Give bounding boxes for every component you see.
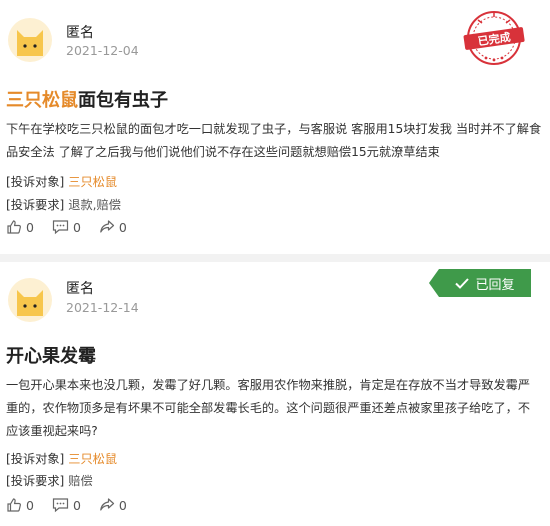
completed-stamp-icon: 已完成 — [460, 8, 528, 68]
title-brand-highlight: 三只松鼠 — [6, 90, 78, 111]
comment-button[interactable]: 0 — [52, 497, 81, 513]
like-count: 0 — [26, 219, 34, 235]
thumbs-up-icon — [7, 498, 21, 512]
like-count: 0 — [26, 497, 34, 513]
comment-count: 0 — [72, 219, 81, 235]
complaint-target-row: [投诉对象] 三只松鼠 — [6, 449, 117, 467]
comment-icon — [52, 498, 69, 513]
complaint-body: 下午在学校吃三只松鼠的面包才吃一口就发现了虫子，与客服说 客服用15块打发我 当… — [6, 122, 542, 159]
like-button[interactable]: 0 — [6, 219, 34, 235]
comment-icon — [52, 220, 69, 235]
share-button[interactable]: 0 — [99, 497, 127, 513]
demand-label: [投诉要求] — [6, 198, 65, 212]
username: 匿名 — [66, 281, 94, 297]
thumbs-up-icon — [7, 220, 21, 234]
comment-button[interactable]: 0 — [52, 219, 81, 235]
target-label: [投诉对象] — [6, 175, 65, 189]
demand-value: 退款,赔偿 — [68, 198, 121, 212]
cat-avatar-icon — [8, 18, 52, 62]
complaint-title[interactable]: 三只松鼠面包有虫子 — [6, 86, 168, 112]
card-divider — [0, 254, 550, 262]
target-link[interactable]: 三只松鼠 — [68, 175, 117, 189]
share-button[interactable]: 0 — [99, 219, 127, 235]
complaint-card[interactable]: 匿名 2021-12-14 开心果发霉 一包开心果本来也没几颗，发霉了好几颗。客… — [0, 262, 550, 526]
share-icon — [100, 220, 115, 233]
demand-label: [投诉要求] — [6, 474, 65, 488]
complaint-title[interactable]: 开心果发霉 — [6, 342, 96, 368]
post-date: 2021-12-04 — [66, 43, 139, 58]
post-date: 2021-12-14 — [66, 300, 139, 315]
demand-value: 赔偿 — [68, 474, 93, 488]
share-count: 0 — [118, 219, 127, 235]
cat-avatar-icon — [8, 278, 52, 322]
complaint-card[interactable]: 匿名 2021-12-04 已完成 三只松鼠面包有虫子 下午在学校吃三只松鼠的面… — [0, 0, 550, 254]
target-label: [投诉对象] — [6, 452, 65, 466]
complaint-body: 一包开心果本来也没几颗，发霉了好几颗。客服用农作物来推脱，肯定是在存放不当才导致… — [6, 378, 531, 438]
stamp-text: 已完成 — [477, 30, 512, 48]
share-count: 0 — [118, 497, 127, 513]
target-link[interactable]: 三只松鼠 — [68, 452, 117, 466]
action-bar: 0 0 0 — [6, 497, 145, 513]
share-icon — [100, 498, 115, 511]
complaint-demand-row: [投诉要求] 赔偿 — [6, 471, 93, 489]
username: 匿名 — [66, 25, 94, 41]
like-button[interactable]: 0 — [6, 497, 34, 513]
complaint-demand-row: [投诉要求] 退款,赔偿 — [6, 195, 121, 213]
complaint-target-row: [投诉对象] 三只松鼠 — [6, 172, 117, 190]
action-bar: 0 0 0 — [6, 219, 145, 235]
comment-count: 0 — [72, 497, 81, 513]
title-text: 面包有虫子 — [78, 90, 168, 111]
